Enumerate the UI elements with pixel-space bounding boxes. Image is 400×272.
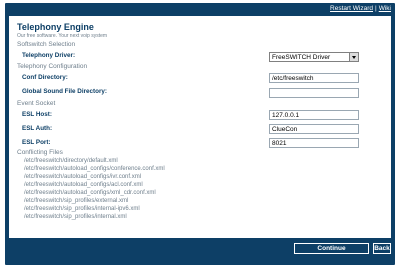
conflicting-file-item: /etc/freeswitch/autoload_configs/ivr.con… <box>24 174 142 180</box>
section-telephony-configuration: Telephony Configuration <box>17 63 88 70</box>
conf-directory-label: Conf Directory: <box>22 74 68 81</box>
top-links: Restart Wizard | Wiki <box>330 5 391 12</box>
esl-port-label: ESL Port: <box>22 139 51 146</box>
global-sound-dir-label: Global Sound File Directory: <box>22 88 108 95</box>
section-conflicting-files: Conflicting Files <box>17 149 63 156</box>
esl-auth-input[interactable]: ClueCon <box>269 124 359 134</box>
telephony-driver-label: Telephony Driver: <box>22 52 76 59</box>
page-title: Telephony Engine <box>17 22 94 32</box>
global-sound-dir-input[interactable] <box>269 88 359 98</box>
conf-directory-input[interactable]: /etc/freeswitch <box>269 73 359 83</box>
telephony-driver-select[interactable]: FreeSWITCH Driver <box>269 52 359 62</box>
esl-auth-label: ESL Auth: <box>22 125 53 132</box>
esl-host-label: ESL Host: <box>22 111 52 118</box>
section-event-socket: Event Socket <box>17 100 56 107</box>
top-bar: Restart Wizard | Wiki <box>5 3 395 16</box>
back-button[interactable]: Back <box>373 243 391 254</box>
chevron-down-icon[interactable] <box>349 53 358 61</box>
content-panel: Telephony Engine Our free software. Your… <box>9 16 391 238</box>
telephony-driver-value: FreeSWITCH Driver <box>272 54 331 61</box>
wiki-link[interactable]: Wiki <box>379 5 391 12</box>
section-softswitch-selection: Softswitch Selection <box>17 41 76 48</box>
esl-host-input[interactable]: 127.0.0.1 <box>269 110 359 120</box>
conflicting-file-item: /etc/freeswitch/autoload_configs/acl.con… <box>24 182 143 188</box>
restart-wizard-link[interactable]: Restart Wizard <box>330 5 373 12</box>
conflicting-file-item: /etc/freeswitch/autoload_configs/xml_cdr… <box>24 190 156 196</box>
continue-button[interactable]: Continue <box>294 243 369 254</box>
esl-port-input[interactable]: 8021 <box>269 138 359 148</box>
conflicting-file-item: /etc/freeswitch/directory/default.xml <box>24 158 118 164</box>
page-tagline: Our free software. Your next voip system <box>17 33 108 39</box>
conflicting-file-item: /etc/freeswitch/sip_profiles/internal-ip… <box>24 206 140 212</box>
conflicting-file-item: /etc/freeswitch/sip_profiles/external.xm… <box>24 198 129 204</box>
conflicting-file-item: /etc/freeswitch/sip_profiles/internal.xm… <box>24 214 127 220</box>
wizard-frame: Restart Wizard | Wiki Telephony Engine Our… <box>5 3 395 265</box>
conflicting-file-item: /etc/freeswitch/autoload_configs/confere… <box>24 166 165 172</box>
